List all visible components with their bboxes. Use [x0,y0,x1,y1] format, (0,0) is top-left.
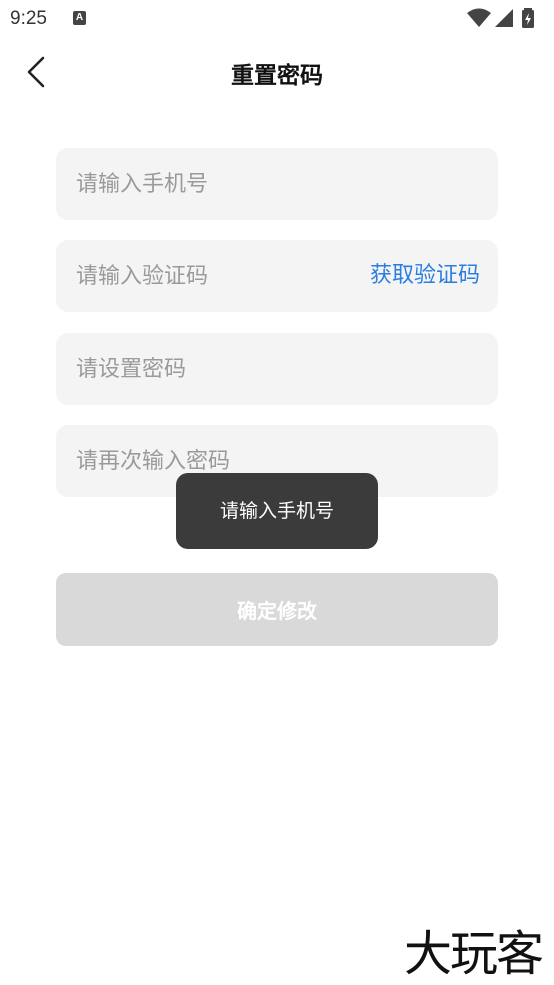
phone-input[interactable] [56,148,498,220]
password-field[interactable] [56,333,498,405]
code-input[interactable] [56,240,336,312]
password-input[interactable] [56,333,498,405]
code-field[interactable]: 获取验证码 [56,240,498,312]
wifi-icon [467,8,491,27]
notification-icon: A [73,11,86,25]
header: 重置密码 [0,44,554,100]
toast-message: 请输入手机号 [176,473,378,549]
phone-field[interactable] [56,148,498,220]
confirm-change-button[interactable]: 确定修改 [56,573,498,646]
status-time: 9:25 [10,8,47,29]
status-icons [464,8,544,28]
watermark-logo: 大玩客 [403,926,544,982]
status-bar: 9:25 A [0,0,554,38]
signal-icon [495,9,513,27]
page-title: 重置密码 [231,63,323,89]
get-code-button[interactable]: 获取验证码 [370,240,480,312]
battery-icon [522,8,534,28]
